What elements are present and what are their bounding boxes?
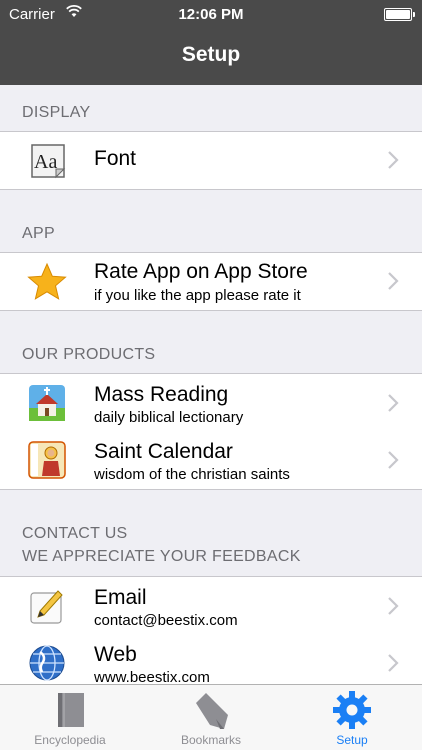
tab-setup[interactable]: Setup xyxy=(282,685,422,750)
globe-icon xyxy=(29,645,65,681)
mass-reading-subtitle: daily biblical lectionary xyxy=(94,409,244,426)
web-row[interactable]: Web www.beestix.com xyxy=(0,634,422,685)
email-title: Email xyxy=(94,586,147,609)
font-row-title: Font xyxy=(94,147,137,170)
svg-text:Aa: Aa xyxy=(34,151,57,173)
email-row[interactable]: Email contact@beestix.com xyxy=(0,576,422,635)
section-header-feedback: WE APPRECIATE YOUR FEEDBACK xyxy=(22,548,301,565)
chevron-right-icon xyxy=(388,272,399,290)
page-title: Setup xyxy=(181,43,241,66)
chevron-right-icon xyxy=(388,394,399,412)
church-app-icon xyxy=(29,385,65,421)
web-title: Web xyxy=(94,643,137,666)
section-header-products: OUR PRODUCTS xyxy=(22,346,156,363)
pencil-icon xyxy=(30,590,63,624)
tab-encyclopedia[interactable]: Encyclopedia xyxy=(0,685,140,750)
star-icon xyxy=(27,262,67,300)
book-icon xyxy=(58,693,84,727)
saint-app-icon xyxy=(28,441,66,479)
font-row[interactable]: Aa Font xyxy=(0,131,422,190)
section-header-display: DISPLAY xyxy=(22,104,91,121)
chevron-right-icon xyxy=(388,151,399,169)
status-time: 12:06 PM xyxy=(178,6,244,23)
email-subtitle: contact@beestix.com xyxy=(94,612,238,629)
mass-reading-title: Mass Reading xyxy=(94,383,229,406)
gear-icon xyxy=(333,691,371,729)
chevron-right-icon xyxy=(388,597,399,615)
web-subtitle: www.beestix.com xyxy=(94,669,210,685)
battery-icon xyxy=(384,8,415,21)
saint-calendar-subtitle: wisdom of the christian saints xyxy=(94,466,290,483)
rate-app-subtitle: if you like the app please rate it xyxy=(94,287,301,304)
tab-bar: Encyclopedia Bookmarks Setup xyxy=(0,684,422,750)
tab-label-bookmarks: Bookmarks xyxy=(180,733,242,747)
mass-reading-row[interactable]: Mass Reading daily biblical lectionary xyxy=(0,373,422,432)
tab-label-encyclopedia: Encyclopedia xyxy=(34,733,106,747)
saint-calendar-title: Saint Calendar xyxy=(94,440,233,463)
section-header-app: APP xyxy=(22,225,55,242)
chevron-right-icon xyxy=(388,654,399,672)
rate-app-row[interactable]: Rate App on App Store if you like the ap… xyxy=(0,252,422,311)
tab-bookmarks[interactable]: Bookmarks xyxy=(140,685,282,750)
chevron-right-icon xyxy=(388,451,399,469)
font-aa-icon: Aa xyxy=(31,144,66,179)
settings-list[interactable]: DISPLAY Aa Font APP Rate App on App Stor… xyxy=(0,85,422,685)
navigation-bar: Carrier 12:06 PM Setup xyxy=(0,0,422,85)
tab-label-setup: Setup xyxy=(336,733,368,747)
status-bar: Carrier 12:06 PM xyxy=(0,0,422,28)
rate-app-title: Rate App on App Store xyxy=(94,260,308,283)
saint-calendar-row[interactable]: Saint Calendar wisdom of the christian s… xyxy=(0,431,422,490)
section-header-contact: CONTACT US xyxy=(22,525,128,542)
bookmark-icon xyxy=(196,693,228,729)
